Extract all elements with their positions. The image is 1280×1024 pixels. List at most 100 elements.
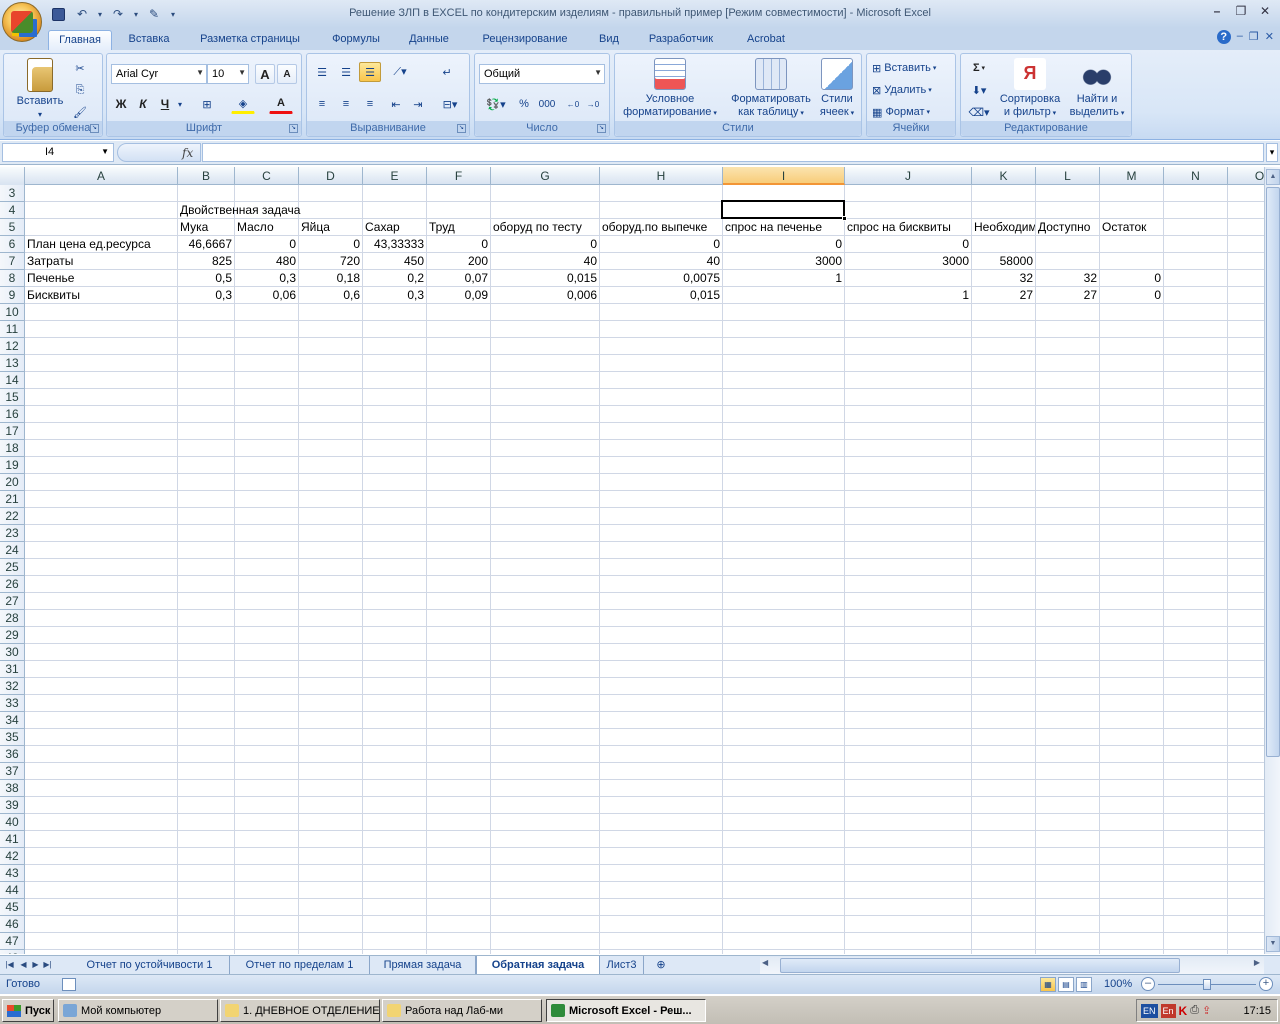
page-layout-view-icon[interactable]: ▤ bbox=[1058, 977, 1074, 992]
taskbar-item-my-computer[interactable]: Мой компьютер bbox=[58, 999, 218, 1022]
tab-insert[interactable]: Вставка bbox=[118, 30, 180, 50]
format-as-table-button[interactable]: Форматировать как таблицу ▾ bbox=[723, 58, 819, 120]
cell-b9[interactable]: 0,3 bbox=[178, 287, 234, 304]
fill-handle[interactable] bbox=[842, 216, 847, 221]
cell-i8[interactable]: 1 bbox=[723, 270, 844, 287]
font-color-button[interactable]: A bbox=[269, 94, 293, 114]
cell-h6[interactable]: 0 bbox=[600, 236, 722, 253]
row-header-3[interactable]: 3 bbox=[0, 185, 25, 202]
safely-remove-icon[interactable]: ⇪ bbox=[1202, 1004, 1211, 1017]
vertical-scroll-thumb[interactable] bbox=[1266, 187, 1280, 757]
horizontal-scroll-thumb[interactable] bbox=[780, 958, 1180, 973]
horizontal-scrollbar[interactable]: ◀ ▶ bbox=[760, 957, 1264, 974]
cell-j7[interactable]: 3000 bbox=[845, 253, 971, 270]
cell-d6[interactable]: 0 bbox=[299, 236, 362, 253]
row-header-44[interactable]: 44 bbox=[0, 882, 25, 899]
cell-k9[interactable]: 27 bbox=[972, 287, 1035, 304]
cell-g6[interactable]: 0 bbox=[491, 236, 599, 253]
taskbar-item-folder-day[interactable]: 1. ДНЕВНОЕ ОТДЕЛЕНИЕ bbox=[220, 999, 380, 1022]
increase-indent-icon[interactable]: ⇥ bbox=[407, 94, 429, 114]
row-header-6[interactable]: 6 bbox=[0, 236, 25, 253]
cell-k8[interactable]: 32 bbox=[972, 270, 1035, 287]
cell-g8[interactable]: 0,015 bbox=[491, 270, 599, 287]
clipboard-launcher-icon[interactable]: ↘ bbox=[90, 124, 99, 133]
grow-font-button[interactable]: A bbox=[255, 64, 275, 84]
decrease-indent-icon[interactable]: ⇤ bbox=[385, 94, 407, 114]
sheet-tab-limits-report[interactable]: Отчет по пределам 1 bbox=[230, 956, 370, 974]
font-launcher-icon[interactable]: ↘ bbox=[289, 124, 298, 133]
insert-function-button[interactable]: fx bbox=[182, 146, 193, 160]
column-header-h[interactable]: H bbox=[600, 167, 723, 185]
cell-j9[interactable]: 1 bbox=[845, 287, 971, 304]
row-header-27[interactable]: 27 bbox=[0, 593, 25, 610]
cell-h5[interactable]: оборуд.по выпечке bbox=[600, 219, 709, 236]
row-header-21[interactable]: 21 bbox=[0, 491, 25, 508]
autosum-button[interactable]: Σ ▾ bbox=[965, 58, 993, 78]
row-header-29[interactable]: 29 bbox=[0, 627, 25, 644]
start-button[interactable]: Пуск bbox=[2, 999, 54, 1022]
insert-cells-button[interactable]: ⊞ Вставить ▾ bbox=[871, 58, 951, 78]
column-header-c[interactable]: C bbox=[235, 167, 299, 185]
underline-button[interactable]: Ч bbox=[155, 94, 175, 114]
column-header-k[interactable]: K bbox=[972, 167, 1036, 185]
scroll-up-icon[interactable]: ▲ bbox=[1266, 169, 1280, 185]
formula-input[interactable] bbox=[202, 143, 1264, 162]
cell-h9[interactable]: 0,015 bbox=[600, 287, 722, 304]
tab-developer[interactable]: Разработчик bbox=[638, 30, 724, 50]
cell-l5[interactable]: Доступно bbox=[1036, 219, 1092, 236]
zoom-level[interactable]: 100% bbox=[1104, 978, 1132, 990]
cell-c9[interactable]: 0,06 bbox=[235, 287, 298, 304]
font-size-combo[interactable]: 10 ▼ bbox=[207, 64, 249, 84]
row-header-5[interactable]: 5 bbox=[0, 219, 25, 236]
cell-e8[interactable]: 0,2 bbox=[363, 270, 426, 287]
fill-icon[interactable]: ⬇▾ bbox=[965, 80, 993, 100]
row-header-39[interactable]: 39 bbox=[0, 797, 25, 814]
cell-l9[interactable]: 27 bbox=[1036, 287, 1099, 304]
number-launcher-icon[interactable]: ↘ bbox=[597, 124, 606, 133]
row-header-38[interactable]: 38 bbox=[0, 780, 25, 797]
cell-m8[interactable]: 0 bbox=[1100, 270, 1163, 287]
column-header-m[interactable]: M bbox=[1100, 167, 1164, 185]
percent-button[interactable]: % bbox=[515, 94, 533, 114]
row-header-48[interactable]: 48 bbox=[0, 950, 25, 954]
row-header-43[interactable]: 43 bbox=[0, 865, 25, 882]
cell-e5[interactable]: Сахар bbox=[363, 219, 402, 236]
tab-acrobat[interactable]: Acrobat bbox=[736, 30, 796, 50]
formula-expand-icon[interactable]: ▾ bbox=[1266, 143, 1278, 162]
align-bottom-icon[interactable]: ☰ bbox=[359, 62, 381, 82]
cell-i7[interactable]: 3000 bbox=[723, 253, 844, 270]
cell-i5[interactable]: спрос на печенье bbox=[723, 219, 824, 236]
row-header-45[interactable]: 45 bbox=[0, 899, 25, 916]
worksheet-grid[interactable]: ABCDEFGHIJKLMNO 3 4 5 6 7 8 9 10 11 12 13 14 15 16 17 1… bbox=[0, 167, 1264, 954]
cell-b8[interactable]: 0,5 bbox=[178, 270, 234, 287]
cell-b5[interactable]: Мука bbox=[178, 219, 210, 236]
ribbon-minimize-icon[interactable]: – bbox=[1237, 30, 1243, 44]
fill-color-icon[interactable]: ◈ bbox=[231, 94, 255, 114]
scroll-down-icon[interactable]: ▼ bbox=[1266, 936, 1280, 952]
row-header-40[interactable]: 40 bbox=[0, 814, 25, 831]
tab-formulas[interactable]: Формулы bbox=[322, 30, 390, 50]
clear-icon[interactable]: ⌫▾ bbox=[965, 102, 993, 122]
minimize-icon[interactable]: – bbox=[1206, 3, 1228, 19]
cell-f8[interactable]: 0,07 bbox=[427, 270, 490, 287]
page-break-view-icon[interactable]: ▥ bbox=[1076, 977, 1092, 992]
zoom-slider-thumb[interactable] bbox=[1203, 979, 1211, 990]
cell-l8[interactable]: 32 bbox=[1036, 270, 1099, 287]
cell-styles-button[interactable]: Стили ячеек ▾ bbox=[815, 58, 859, 120]
row-header-19[interactable]: 19 bbox=[0, 457, 25, 474]
cell-c5[interactable]: Масло bbox=[235, 219, 276, 236]
row-header-17[interactable]: 17 bbox=[0, 423, 25, 440]
merge-cells-icon[interactable]: ⊟▾ bbox=[435, 94, 465, 114]
align-top-icon[interactable]: ☰ bbox=[311, 62, 333, 82]
row-header-14[interactable]: 14 bbox=[0, 372, 25, 389]
column-header-e[interactable]: E bbox=[363, 167, 427, 185]
taskbar-item-excel[interactable]: Microsoft Excel - Реш... bbox=[546, 999, 706, 1022]
cell-j6[interactable]: 0 bbox=[845, 236, 971, 253]
cell-f6[interactable]: 0 bbox=[427, 236, 490, 253]
cell-g9[interactable]: 0,006 bbox=[491, 287, 599, 304]
next-sheet-icon[interactable]: ▶ bbox=[30, 958, 41, 972]
cell-c8[interactable]: 0,3 bbox=[235, 270, 298, 287]
format-painter-icon[interactable]: 🖌 bbox=[70, 102, 90, 122]
alignment-launcher-icon[interactable]: ↘ bbox=[457, 124, 466, 133]
cell-a6[interactable]: План цена ед.ресурса bbox=[25, 236, 153, 253]
